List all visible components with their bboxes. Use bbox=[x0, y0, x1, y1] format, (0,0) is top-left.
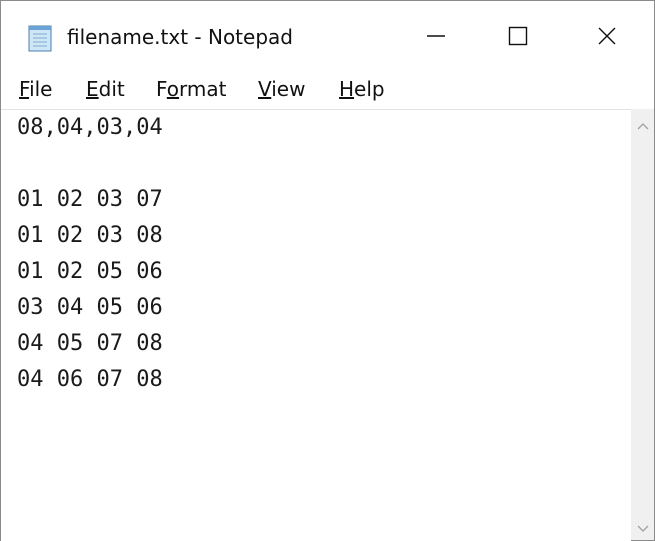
menu-help[interactable]: Help bbox=[339, 77, 385, 101]
menu-edit[interactable]: Edit bbox=[86, 77, 125, 101]
scroll-down-button[interactable] bbox=[631, 516, 654, 538]
maximize-button[interactable] bbox=[477, 1, 559, 75]
editor-line-5: 01 02 05 06 bbox=[17, 259, 163, 284]
menu-view-mnemonic: V bbox=[258, 77, 272, 101]
editor-line-3: 01 02 03 07 bbox=[17, 187, 163, 212]
vertical-scrollbar[interactable] bbox=[631, 109, 654, 540]
editor-line-7: 04 05 07 08 bbox=[17, 331, 163, 356]
editor-line-6: 03 04 05 06 bbox=[17, 295, 163, 320]
editor-line-8: 04 06 07 08 bbox=[17, 367, 163, 392]
window-title: filename.txt - Notepad bbox=[67, 25, 293, 49]
text-editor-area[interactable]: 08,04,03,04 01 02 03 07 01 02 03 08 01 0… bbox=[1, 109, 631, 541]
editor-line-1: 08,04,03,04 bbox=[17, 115, 163, 140]
menu-format-label-rest: rmat bbox=[179, 77, 227, 101]
menu-file[interactable]: File bbox=[19, 77, 52, 101]
notepad-icon[interactable] bbox=[25, 23, 55, 53]
chevron-down-icon bbox=[637, 518, 649, 537]
close-icon bbox=[597, 26, 617, 50]
menu-view[interactable]: View bbox=[258, 77, 305, 101]
close-button[interactable] bbox=[559, 1, 654, 75]
menu-file-label-rest: ile bbox=[29, 77, 53, 101]
menu-format[interactable]: Format bbox=[156, 77, 227, 101]
menu-edit-mnemonic: E bbox=[86, 77, 99, 101]
menu-help-mnemonic: H bbox=[339, 77, 355, 101]
chevron-up-icon bbox=[637, 115, 649, 134]
menu-edit-label-rest: dit bbox=[98, 77, 125, 101]
title-bar[interactable]: filename.txt - Notepad bbox=[1, 1, 654, 75]
minimize-icon bbox=[426, 26, 446, 50]
menu-view-label-rest: iew bbox=[271, 77, 306, 101]
minimize-button[interactable] bbox=[395, 1, 477, 75]
menu-file-mnemonic: F bbox=[19, 77, 30, 101]
editor-line-4: 01 02 03 08 bbox=[17, 223, 163, 248]
scroll-up-button[interactable] bbox=[631, 113, 654, 135]
notepad-window: filename.txt - Notepad File Edit Format … bbox=[0, 0, 655, 541]
menu-format-label-pre: F bbox=[156, 77, 167, 101]
menu-format-mnemonic: o bbox=[166, 77, 180, 101]
menu-help-label-rest: elp bbox=[354, 77, 385, 101]
maximize-icon bbox=[508, 26, 528, 50]
menu-bar: File Edit Format View Help bbox=[1, 75, 654, 109]
